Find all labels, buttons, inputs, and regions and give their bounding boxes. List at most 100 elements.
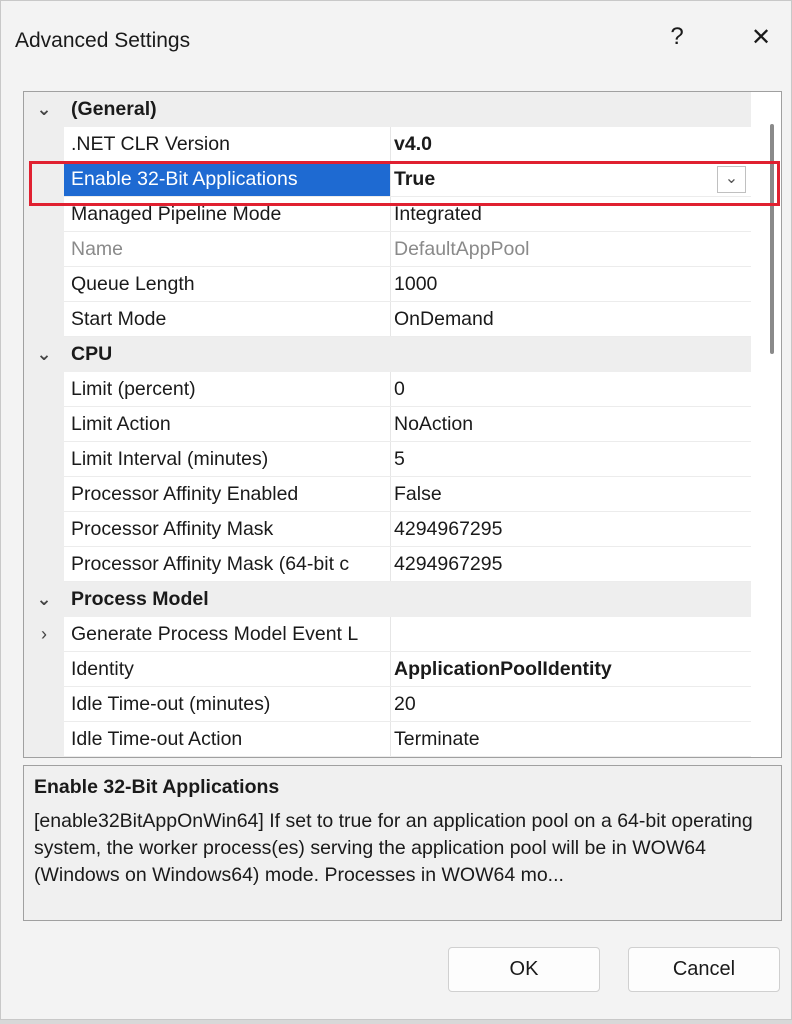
property-value[interactable]: v4.0 xyxy=(394,127,751,162)
property-row[interactable]: Managed Pipeline Mode Integrated xyxy=(24,197,751,232)
row-gutter xyxy=(24,407,64,442)
description-text: [enable32BitAppOnWin64] If set to true f… xyxy=(34,810,753,886)
property-name: Idle Time-out (minutes) xyxy=(71,693,271,715)
row-separator xyxy=(64,756,751,757)
property-name: Name xyxy=(71,238,124,260)
property-value[interactable] xyxy=(394,617,751,652)
row-gutter xyxy=(24,162,64,197)
property-value[interactable]: 1000 xyxy=(394,267,751,302)
property-name: Limit Interval (minutes) xyxy=(71,448,269,470)
column-divider[interactable] xyxy=(390,477,391,512)
property-value[interactable]: Integrated xyxy=(394,197,751,232)
property-grid[interactable]: ⌄ (General) .NET CLR Version v4.0 Enable 32-… xyxy=(23,91,782,758)
property-name: Processor Affinity Mask (64-bit c xyxy=(71,553,350,575)
row-gutter xyxy=(24,547,64,582)
category-row[interactable]: ⌄ (General) xyxy=(24,92,751,127)
column-divider[interactable] xyxy=(390,162,391,197)
property-row[interactable]: Enable 32-Bit Applications True ⌄ xyxy=(24,162,751,197)
property-row[interactable]: Limit (percent) 0 xyxy=(24,372,751,407)
collapse-chevron-icon[interactable]: ⌄ xyxy=(24,337,64,372)
close-button[interactable]: ✕ xyxy=(741,23,781,52)
property-value[interactable]: 5 xyxy=(394,442,751,477)
column-divider[interactable] xyxy=(390,197,391,232)
property-name: Idle Time-out Action xyxy=(71,728,243,750)
property-value[interactable]: 20 xyxy=(394,687,751,722)
row-gutter xyxy=(24,652,64,687)
row-gutter xyxy=(24,722,64,757)
column-divider[interactable] xyxy=(390,547,391,582)
property-row[interactable]: Processor Affinity Mask 4294967295 xyxy=(24,512,751,547)
row-gutter xyxy=(24,477,64,512)
property-name: Managed Pipeline Mode xyxy=(71,203,282,225)
vertical-scrollbar[interactable] xyxy=(763,92,781,757)
property-row[interactable]: Name DefaultAppPool xyxy=(24,232,751,267)
row-gutter xyxy=(24,232,64,267)
column-divider[interactable] xyxy=(390,372,391,407)
column-divider[interactable] xyxy=(390,232,391,267)
column-divider[interactable] xyxy=(390,687,391,722)
property-value[interactable]: Terminate xyxy=(394,722,751,757)
scrollbar-thumb[interactable] xyxy=(770,124,774,354)
ok-button[interactable]: OK xyxy=(448,947,600,992)
property-row[interactable]: Processor Affinity Mask (64-bit c 4294967… xyxy=(24,547,751,582)
expand-chevron-icon[interactable]: › xyxy=(24,617,64,652)
property-value[interactable]: 4294967295 xyxy=(394,547,751,582)
property-name: Queue Length xyxy=(71,273,195,295)
row-gutter xyxy=(24,267,64,302)
category-label: Process Model xyxy=(71,588,209,610)
property-row[interactable]: Limit Action NoAction xyxy=(24,407,751,442)
column-divider[interactable] xyxy=(390,127,391,162)
property-value[interactable]: False xyxy=(394,477,751,512)
property-row[interactable]: Idle Time-out (minutes) 20 xyxy=(24,687,751,722)
collapse-chevron-icon[interactable]: ⌄ xyxy=(24,582,64,617)
row-gutter xyxy=(24,127,64,162)
category-label: (General) xyxy=(71,98,157,120)
property-name: Processor Affinity Mask xyxy=(71,518,274,540)
property-rows: ⌄ (General) .NET CLR Version v4.0 Enable 32-… xyxy=(24,92,751,757)
advanced-settings-dialog: Advanced Settings ? ✕ ⌄ (General) .NET CLR… xyxy=(0,0,792,1020)
property-row[interactable]: Limit Interval (minutes) 5 xyxy=(24,442,751,477)
collapse-chevron-icon[interactable]: ⌄ xyxy=(24,92,64,127)
category-row[interactable]: ⌄ CPU xyxy=(24,337,751,372)
column-divider[interactable] xyxy=(390,722,391,757)
title-bar: Advanced Settings ? ✕ xyxy=(1,1,791,71)
help-button[interactable]: ? xyxy=(657,23,697,51)
property-name: Processor Affinity Enabled xyxy=(71,483,299,505)
property-value[interactable]: NoAction xyxy=(394,407,751,442)
cancel-button[interactable]: Cancel xyxy=(628,947,780,992)
dialog-title: Advanced Settings xyxy=(15,29,191,52)
property-name: Limit (percent) xyxy=(71,378,196,400)
column-divider[interactable] xyxy=(390,407,391,442)
property-row[interactable]: Queue Length 1000 xyxy=(24,267,751,302)
column-divider[interactable] xyxy=(390,442,391,477)
row-gutter xyxy=(24,512,64,547)
property-row[interactable]: Start Mode OnDemand xyxy=(24,302,751,337)
property-row[interactable]: Idle Time-out Action Terminate xyxy=(24,722,751,757)
property-row[interactable]: Processor Affinity Enabled False xyxy=(24,477,751,512)
row-gutter xyxy=(24,372,64,407)
description-title: Enable 32-Bit Applications xyxy=(34,776,280,798)
column-divider[interactable] xyxy=(390,617,391,652)
property-value[interactable]: DefaultAppPool xyxy=(394,232,751,267)
value-dropdown-button[interactable]: ⌄ xyxy=(717,166,746,193)
taskbar-edge xyxy=(0,1020,792,1024)
column-divider[interactable] xyxy=(390,302,391,337)
property-row[interactable]: Identity ApplicationPoolIdentity xyxy=(24,652,751,687)
property-value[interactable]: ApplicationPoolIdentity xyxy=(394,652,751,687)
property-value[interactable]: 0 xyxy=(394,372,751,407)
property-value[interactable]: 4294967295 xyxy=(394,512,751,547)
property-name: Generate Process Model Event L xyxy=(71,623,359,645)
property-value[interactable]: True xyxy=(394,162,751,197)
property-value[interactable]: OnDemand xyxy=(394,302,751,337)
property-row[interactable]: › Generate Process Model Event L xyxy=(24,617,751,652)
property-name: Start Mode xyxy=(71,308,167,330)
description-panel: Enable 32-Bit Applications [enable32BitA… xyxy=(23,765,782,921)
category-row[interactable]: ⌄ Process Model xyxy=(24,582,751,617)
column-divider[interactable] xyxy=(390,512,391,547)
property-row[interactable]: .NET CLR Version v4.0 xyxy=(24,127,751,162)
row-gutter xyxy=(24,442,64,477)
column-divider[interactable] xyxy=(390,267,391,302)
column-divider[interactable] xyxy=(390,652,391,687)
category-label: CPU xyxy=(71,343,113,365)
property-name: Limit Action xyxy=(71,413,171,435)
